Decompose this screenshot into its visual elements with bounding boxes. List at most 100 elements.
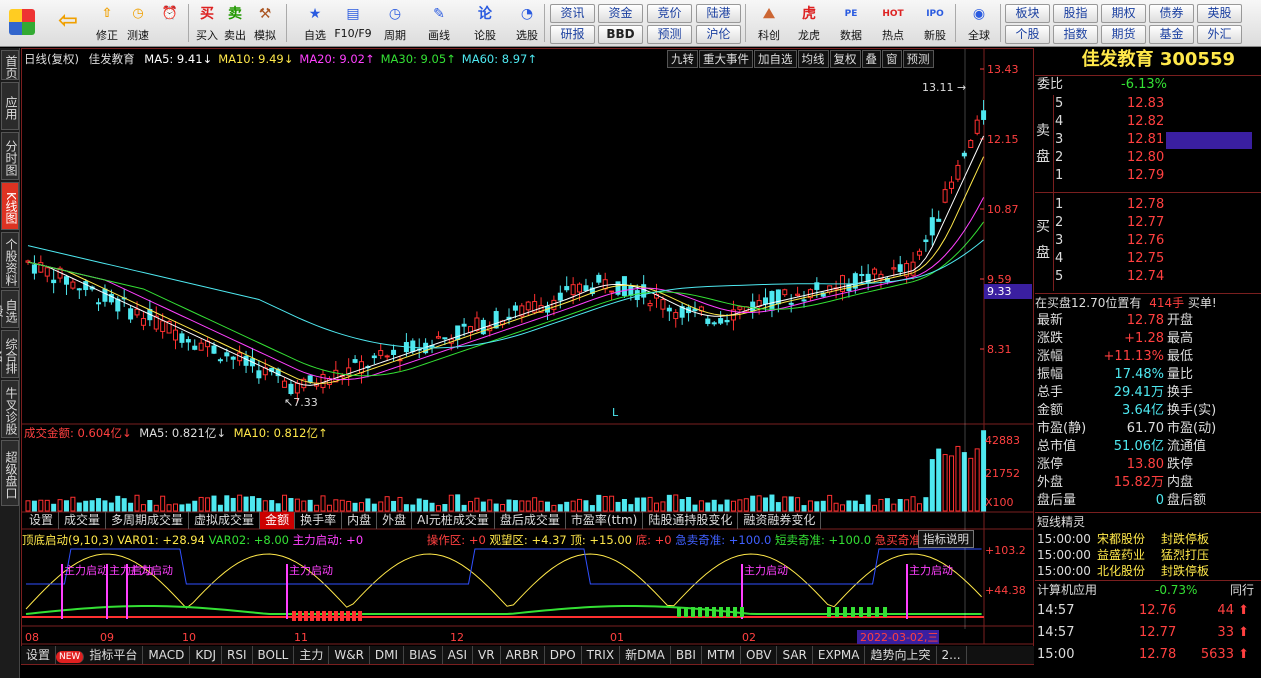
correct-button[interactable]: ⇧ 修正 [94, 3, 120, 45]
bottom-tab-5[interactable]: BOLL [253, 646, 295, 664]
toolbar-hot-button[interactable]: HOT 热点 [874, 3, 912, 45]
grid-bbd[interactable]: BBD [598, 25, 643, 44]
bottom-tab-18[interactable]: OBV [741, 646, 778, 664]
sell-level-3[interactable]: 3 12.81 [1035, 131, 1261, 149]
volume-subtab-9[interactable]: 盘后成交量 [495, 512, 566, 529]
bottom-tab-7[interactable]: W&R [329, 646, 370, 664]
toolbar-sell-button[interactable]: 卖卖出 [222, 3, 248, 45]
buy-level-2[interactable]: 2 12.77 [1035, 214, 1261, 232]
left-tab-0[interactable]: 首页 [1, 50, 19, 80]
volume-subtab-4[interactable]: 金额 [260, 512, 296, 529]
buy-level-3[interactable]: 3 12.76 [1035, 232, 1261, 250]
left-tab-1[interactable]: 应用 [1, 82, 19, 130]
volume-subtab-10[interactable]: 市盈率(ttm) [566, 512, 644, 529]
toolbar-pen-button[interactable]: ✎ 画线 [420, 3, 458, 45]
sell-level-1[interactable]: 1 12.79 [1035, 167, 1261, 185]
chart-top-btn-0[interactable]: 九转 [667, 50, 698, 68]
grid-bonds[interactable]: 债券 [1149, 4, 1194, 23]
chart-top-btn-4[interactable]: 复权 [829, 50, 861, 68]
grid-shlon[interactable]: 沪伦 [696, 25, 741, 44]
left-tab-3[interactable]: K线图 [1, 182, 19, 230]
bottom-tab-17[interactable]: MTM [702, 646, 741, 664]
grid-uk[interactable]: 英股 [1197, 4, 1242, 23]
volume-subtab-11[interactable]: 陆股通持股变化 [643, 512, 739, 529]
grid-funds[interactable]: 资金 [598, 4, 643, 23]
bottom-tab-12[interactable]: ARBR [501, 646, 545, 664]
back-button[interactable]: ⇦ [52, 3, 84, 45]
sell-level-2[interactable]: 2 12.80 [1035, 149, 1261, 167]
news-item-2[interactable]: 15:00:00 北化股份 封跌停板 [1035, 562, 1261, 580]
chart-top-btn-3[interactable]: 均线 [797, 50, 829, 68]
bottom-tab-20[interactable]: EXPMA [813, 646, 866, 664]
grid-indexfut[interactable]: 股指 [1053, 4, 1098, 23]
buy-level-4[interactable]: 4 12.75 [1035, 250, 1261, 268]
bottom-tab-21[interactable]: 趋势向上突 [865, 646, 937, 664]
buy-level-1[interactable]: 1 12.78 [1035, 196, 1261, 214]
chart-top-btn-6[interactable]: 窗 [882, 50, 902, 68]
volume-subtab-2[interactable]: 多周期成交量 [106, 512, 190, 529]
clock-button[interactable]: ⏰ [156, 3, 184, 45]
volume-subtab-3[interactable]: 虚拟成交量 [189, 512, 261, 529]
chart-top-btn-1[interactable]: 重大事件 [699, 50, 753, 68]
grid-news[interactable]: 资讯 [550, 4, 595, 23]
toolbar-pick-button[interactable]: ◔ 选股 [508, 3, 546, 45]
grid-sector[interactable]: 板块 [1005, 4, 1050, 23]
bottom-tab-4[interactable]: RSI [222, 646, 253, 664]
bottom-tab-11[interactable]: VR [473, 646, 501, 664]
toolbar-globe-button[interactable]: ◉ 全球 [960, 3, 998, 45]
left-tab-4[interactable]: 个股资料 [1, 232, 19, 288]
bottom-tab-19[interactable]: SAR [777, 646, 813, 664]
grid-index[interactable]: 指数 [1053, 25, 1098, 44]
sector-row[interactable]: 计算机应用 -0.73% 同行 [1035, 580, 1261, 598]
news-title[interactable]: 短线精灵 [1035, 512, 1261, 530]
chart-top-btn-5[interactable]: 叠 [861, 50, 881, 68]
toolbar-tiger-button[interactable]: 虎龙虎 [790, 3, 828, 45]
left-tab-7[interactable]: 牛叉诊股 [1, 380, 19, 438]
toolbar-period-button[interactable]: ◷ 周期 [376, 3, 414, 45]
toolbar-f10-button[interactable]: ▤ F10/F9 [334, 3, 372, 45]
app-logo[interactable] [6, 3, 38, 45]
grid-forex[interactable]: 外汇 [1197, 25, 1242, 44]
bottom-tab-1[interactable]: 指标平台 [84, 646, 144, 664]
chart-top-btn-7[interactable]: 预测 [902, 50, 934, 68]
indicator-help-button[interactable]: 指标说明 [918, 530, 974, 548]
left-tab-5[interactable]: 自选股 [0, 290, 19, 328]
kline-chart-panel[interactable]: 13.43 12.15 10.87 9.59 8.31 9.33 13.11 → ↖7.33 L… [21, 48, 1034, 665]
volume-subtab-12[interactable]: 融资融券变化 [738, 512, 822, 529]
left-tab-2[interactable]: 分时图 [1, 132, 19, 180]
grid-auction[interactable]: 竞价 [647, 4, 692, 23]
buy-level-5[interactable]: 5 12.74 [1035, 268, 1261, 286]
toolbar-hammer-button[interactable]: ⚒ 模拟 [252, 3, 278, 45]
toolbar-forum-button[interactable]: 论论股 [466, 3, 504, 45]
bottom-tab-16[interactable]: BBI [671, 646, 702, 664]
sell-level-4[interactable]: 4 12.82 [1035, 113, 1261, 131]
bottom-tab-3[interactable]: KDJ [190, 646, 222, 664]
volume-subtab-6[interactable]: 内盘 [342, 512, 378, 529]
grid-forecast[interactable]: 预测 [647, 25, 692, 44]
toolbar-star-button[interactable]: ★ 自选 [296, 3, 334, 45]
grid-hk[interactable]: 陆港 [696, 4, 741, 23]
bottom-tab-14[interactable]: TRIX [582, 646, 621, 664]
sell-level-5[interactable]: 5 12.83 [1035, 95, 1261, 113]
left-tab-8[interactable]: 超级盘口 [1, 440, 19, 506]
toolbar-ipo-button[interactable]: IPO 新股 [916, 3, 954, 45]
volume-subtab-7[interactable]: 外盘 [377, 512, 413, 529]
volume-subtab-8[interactable]: AI元桩成交量 [412, 512, 495, 529]
bottom-tab-13[interactable]: DPO [545, 646, 582, 664]
bottom-tab-22[interactable]: 2... [937, 646, 967, 664]
toolbar-kc-button[interactable]: ⛰ 科创 [750, 3, 788, 45]
grid-options[interactable]: 期权 [1101, 4, 1146, 23]
grid-fund[interactable]: 基金 [1149, 25, 1194, 44]
bottom-tab-0[interactable]: 设置 [21, 646, 57, 664]
bottom-tab-2[interactable]: MACD [143, 646, 191, 664]
volume-subtab-0[interactable]: 设置 [24, 512, 60, 529]
bottom-tab-10[interactable]: ASI [443, 646, 474, 664]
volume-subtab-1[interactable]: 成交量 [59, 512, 107, 529]
toolbar-buy-button[interactable]: 买买入 [194, 3, 220, 45]
speed-button[interactable]: ◷ 测速 [124, 3, 152, 45]
bottom-tab-9[interactable]: BIAS [404, 646, 443, 664]
volume-subtab-5[interactable]: 换手率 [295, 512, 343, 529]
toolbar-pe-button[interactable]: PE 数据 [832, 3, 870, 45]
grid-report[interactable]: 研报 [550, 25, 595, 44]
left-tab-6[interactable]: 综合排名 [0, 330, 19, 378]
